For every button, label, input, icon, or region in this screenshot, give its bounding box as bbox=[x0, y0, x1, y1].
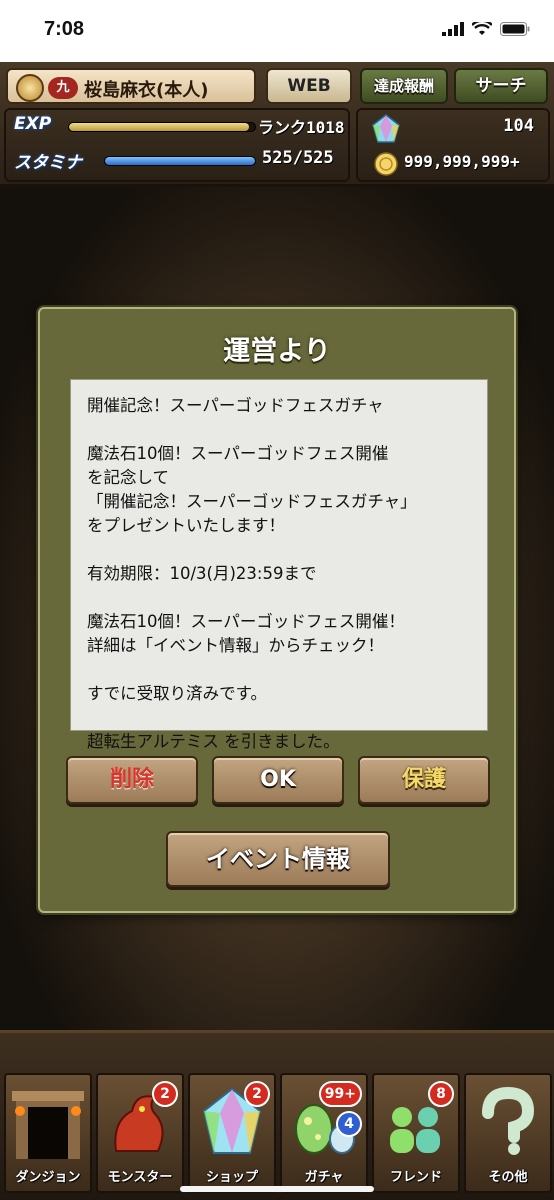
dialog-title: 運営より bbox=[223, 336, 331, 367]
player-name: 桜島麻衣(本人) bbox=[84, 80, 209, 101]
monster-badge: 2 bbox=[152, 1081, 178, 1107]
dungeon-gate-icon bbox=[12, 1091, 84, 1159]
gacha-secondary-badge: 4 bbox=[336, 1111, 362, 1137]
nav-label: ガチャ bbox=[304, 1170, 344, 1185]
friend-badge: 8 bbox=[428, 1081, 454, 1107]
message-line: をプレゼントいたします！ bbox=[87, 516, 285, 535]
exp-gauge bbox=[68, 122, 256, 132]
event-info-button[interactable]: イベント情報 bbox=[166, 831, 390, 887]
notice-dialog: 運営より 開催記念！スーパーゴッドフェスガチャ 魔法石10個！スーパーゴッドフェ… bbox=[38, 307, 516, 913]
rank-badge: 九 bbox=[48, 77, 78, 99]
coin-icon bbox=[374, 152, 398, 176]
player-name-plate[interactable]: 九 桜島麻衣(本人) bbox=[6, 68, 256, 104]
message-box: 開催記念！スーパーゴッドフェスガチャ 魔法石10個！スーパーゴッドフェス開催 を… bbox=[70, 379, 488, 751]
status-icons bbox=[442, 22, 530, 36]
delete-button[interactable]: 削除 bbox=[66, 756, 198, 804]
message-line: を記念して bbox=[87, 468, 170, 487]
home-indicator bbox=[180, 1186, 374, 1192]
crest-icon bbox=[16, 74, 44, 102]
ok-button[interactable]: OK bbox=[212, 756, 344, 804]
search-button[interactable]: サーチ bbox=[454, 68, 548, 104]
message-line: 魔法石10個！スーパーゴッドフェス開催！ bbox=[87, 612, 405, 631]
stamina-gauge-fill bbox=[105, 157, 255, 165]
message-line: 「開催記念！スーパーゴッドフェスガチャ」 bbox=[87, 492, 417, 511]
stamina-value: 525/525 bbox=[262, 148, 334, 168]
message-line: 詳細は「イベント情報」からチェック！ bbox=[87, 636, 384, 655]
status-bar: 7:08 bbox=[0, 0, 554, 62]
rank-text: ランク1018 bbox=[258, 118, 345, 137]
nav-label: その他 bbox=[488, 1170, 528, 1185]
message-line: 有効期限：10/3(月)23:59まで bbox=[87, 564, 317, 583]
shop-badge: 2 bbox=[244, 1081, 270, 1107]
question-icon bbox=[482, 1086, 535, 1155]
nav-label: フレンド bbox=[389, 1170, 442, 1185]
nav-label: ショップ bbox=[205, 1170, 258, 1185]
nav-shop[interactable]: 2 ショップ bbox=[188, 1073, 276, 1193]
nav-dungeon[interactable]: ダンジョン bbox=[4, 1073, 92, 1193]
bottom-nav: ダンジョン 2 モンスター 2 ショップ 99+ 4 ガチャ 8 フレンド その… bbox=[0, 1030, 554, 1200]
message-line: 超転生アルテミス を引きました。 bbox=[87, 732, 340, 751]
message-line: すでに受取り済みです。 bbox=[87, 684, 268, 703]
stamina-gauge bbox=[104, 156, 256, 166]
magic-stone-icon bbox=[372, 114, 400, 143]
message-line bbox=[87, 418, 471, 442]
message-line: 開催記念！スーパーゴッドフェスガチャ bbox=[87, 396, 384, 415]
nav-other[interactable]: その他 bbox=[464, 1073, 552, 1193]
top-hud: 九 桜島麻衣(本人) WEB 達成報酬 サーチ EXP ランク1018 スタミナ… bbox=[0, 62, 554, 187]
magic-stone-count: 104 bbox=[503, 116, 534, 136]
nav-monster[interactable]: 2 モンスター bbox=[96, 1073, 184, 1193]
nav-label: モンスター bbox=[107, 1170, 173, 1185]
achievement-reward-button[interactable]: 達成報酬 bbox=[360, 68, 448, 104]
wifi-icon bbox=[472, 22, 492, 35]
message-line bbox=[87, 706, 471, 730]
nav-gacha[interactable]: 99+ 4 ガチャ bbox=[280, 1073, 368, 1193]
gacha-badge: 99+ bbox=[318, 1081, 362, 1107]
protect-button[interactable]: 保護 bbox=[358, 756, 490, 804]
exp-label: EXP bbox=[14, 114, 52, 134]
battery-icon bbox=[500, 22, 530, 36]
nav-label: ダンジョン bbox=[15, 1170, 81, 1185]
message-line: 魔法石10個！スーパーゴッドフェス開催 bbox=[87, 444, 389, 463]
signal-icon bbox=[442, 22, 464, 36]
stamina-label: スタミナ bbox=[14, 153, 82, 173]
message-line bbox=[87, 538, 471, 562]
coin-count: 999,999,999+ bbox=[404, 152, 520, 171]
currency-panel: 104 999,999,999+ bbox=[356, 108, 550, 182]
stats-panel: EXP ランク1018 スタミナ 525/525 bbox=[4, 108, 350, 182]
status-time: 7:08 bbox=[44, 18, 85, 40]
message-line bbox=[87, 658, 471, 682]
web-button[interactable]: WEB bbox=[266, 68, 352, 104]
nav-friend[interactable]: 8 フレンド bbox=[372, 1073, 460, 1193]
message-line bbox=[87, 586, 471, 610]
exp-gauge-fill bbox=[69, 123, 250, 131]
